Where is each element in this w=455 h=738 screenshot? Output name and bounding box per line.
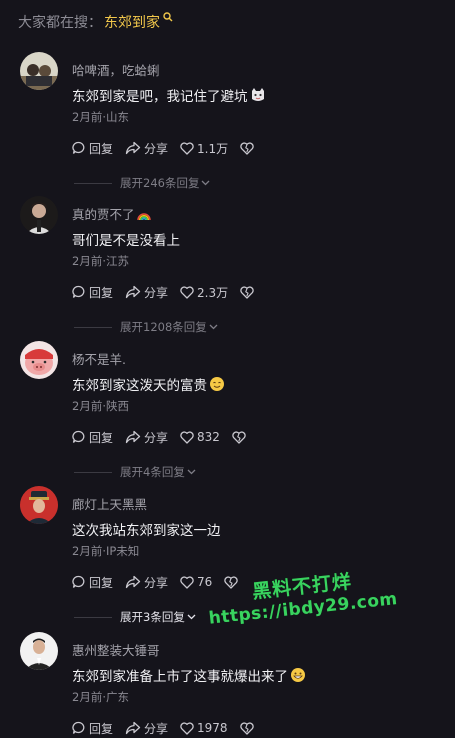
- comment-text: 哥们是不是没看上: [72, 233, 180, 249]
- comment-actions: 回复 分享 832: [72, 429, 249, 445]
- comment-meta: 2月前·广东: [72, 690, 129, 704]
- like-button[interactable]: 1.1万: [180, 140, 228, 157]
- comment-text: 东郊到家准备上市了这事就爆出来了: [72, 665, 306, 685]
- share-button[interactable]: 分享: [125, 720, 168, 737]
- comment-bubble-icon: [72, 285, 85, 298]
- share-button[interactable]: 分享: [125, 140, 168, 157]
- broken-heart-icon: [240, 285, 254, 299]
- search-icon: [163, 12, 173, 22]
- comment-bubble-icon: [72, 721, 85, 734]
- like-button[interactable]: 832: [180, 430, 220, 444]
- share-button[interactable]: 分享: [125, 284, 168, 301]
- like-count: 1.1万: [197, 141, 229, 156]
- avatar[interactable]: [20, 486, 58, 524]
- avatar[interactable]: [20, 52, 58, 90]
- like-button[interactable]: 1978: [180, 721, 228, 735]
- like-count: 1978: [197, 721, 228, 735]
- cat-emoji-icon: [251, 88, 264, 101]
- dislike-button[interactable]: [224, 575, 241, 589]
- comment-bubble-icon: [72, 575, 85, 588]
- rainbow-icon: [136, 213, 151, 221]
- comment-item: 真的贾不了 哥们是不是没看上 2月前·江苏 回复 分享 2.3万 展开1208条…: [0, 196, 455, 334]
- comment-item: 惠州整装大锤哥 东郊到家准备上市了这事就爆出来了 2月前·广东 回复 分享 19…: [0, 632, 455, 738]
- avatar[interactable]: [20, 632, 58, 670]
- broken-heart-icon: [239, 721, 254, 735]
- divider: [74, 326, 112, 328]
- reply-button[interactable]: 回复: [72, 140, 113, 157]
- chevron-down-icon: [201, 180, 210, 186]
- search-keyword[interactable]: 东郊到家: [104, 12, 160, 32]
- comment-text: 东郊到家是吧，我记住了避坑: [72, 85, 266, 105]
- dislike-button[interactable]: [232, 430, 249, 444]
- share-arrow-icon: [125, 575, 141, 589]
- heart-icon: [180, 721, 194, 735]
- comment-item: 廊灯上天黑黑 这次我站东郊到家这一边 2月前·IP未知 回复 分享 76 展开3…: [0, 486, 455, 624]
- divider: [74, 616, 112, 618]
- comment-meta: 2月前·IP未知: [72, 544, 140, 558]
- expand-replies[interactable]: 展开3条回复: [74, 610, 196, 624]
- comment-text: 这次我站东郊到家这一边: [72, 523, 221, 539]
- dislike-button[interactable]: [239, 721, 257, 735]
- reply-button[interactable]: 回复: [72, 574, 113, 591]
- avatar[interactable]: [20, 196, 58, 234]
- like-count: 76: [197, 575, 213, 589]
- grin-emoji-icon: [291, 668, 305, 682]
- avatar[interactable]: [20, 341, 58, 379]
- username[interactable]: 杨不是羊.: [72, 349, 126, 368]
- chevron-down-icon: [187, 614, 196, 620]
- username[interactable]: 惠州整装大锤哥: [72, 640, 160, 659]
- comment-bubble-icon: [72, 430, 85, 443]
- username[interactable]: 哈啤酒，吃蛤蜊: [72, 60, 160, 79]
- search-prefix: 大家都在搜：: [18, 15, 102, 31]
- like-button[interactable]: 2.3万: [180, 284, 228, 301]
- reply-button[interactable]: 回复: [72, 429, 113, 446]
- divider: [74, 471, 112, 473]
- heart-icon: [180, 285, 194, 299]
- like-button[interactable]: 76: [180, 575, 212, 589]
- comment-actions: 回复 分享 1978: [72, 720, 257, 736]
- comment-meta: 2月前·山东: [72, 110, 129, 124]
- chevron-down-icon: [187, 469, 196, 475]
- username[interactable]: 真的贾不了: [72, 204, 151, 223]
- reply-button[interactable]: 回复: [72, 720, 113, 737]
- reply-button[interactable]: 回复: [72, 284, 113, 301]
- expand-replies[interactable]: 展开4条回复: [74, 465, 196, 479]
- comment-meta: 2月前·江苏: [72, 254, 129, 268]
- search-suggestion[interactable]: 大家都在搜： 东郊到家: [18, 12, 173, 32]
- share-arrow-icon: [125, 141, 141, 155]
- username[interactable]: 廊灯上天黑黑: [72, 494, 147, 513]
- comment-actions: 回复 分享 76: [72, 574, 241, 590]
- broken-heart-icon: [232, 430, 246, 444]
- smile-emoji-icon: [210, 377, 224, 391]
- share-button[interactable]: 分享: [125, 574, 168, 591]
- share-arrow-icon: [125, 285, 141, 299]
- expand-replies[interactable]: 展开1208条回复: [74, 320, 218, 334]
- like-count: 832: [197, 430, 220, 444]
- comment-item: 哈啤酒，吃蛤蜊 东郊到家是吧，我记住了避坑 2月前·山东 回复 分享 1.1万 …: [0, 52, 455, 190]
- comment-actions: 回复 分享 1.1万: [72, 140, 257, 156]
- dislike-button[interactable]: [240, 141, 257, 155]
- like-count: 2.3万: [197, 285, 229, 300]
- comment-meta: 2月前·陕西: [72, 399, 129, 413]
- broken-heart-icon: [224, 575, 239, 589]
- comment-bubble-icon: [72, 141, 85, 154]
- dislike-button[interactable]: [240, 285, 257, 299]
- expand-replies[interactable]: 展开246条回复: [74, 176, 210, 190]
- broken-heart-icon: [240, 141, 254, 155]
- heart-icon: [180, 430, 194, 444]
- comment-actions: 回复 分享 2.3万: [72, 284, 257, 300]
- comment-text: 东郊到家这泼天的富贵: [72, 374, 225, 394]
- chevron-down-icon: [209, 324, 218, 330]
- share-button[interactable]: 分享: [125, 429, 168, 446]
- share-arrow-icon: [125, 430, 141, 444]
- divider: [74, 182, 112, 184]
- heart-icon: [180, 141, 194, 155]
- comment-item: 杨不是羊. 东郊到家这泼天的富贵 2月前·陕西 回复 分享 832 展开4条回复: [0, 341, 455, 479]
- share-arrow-icon: [125, 721, 141, 735]
- heart-icon: [180, 575, 194, 589]
